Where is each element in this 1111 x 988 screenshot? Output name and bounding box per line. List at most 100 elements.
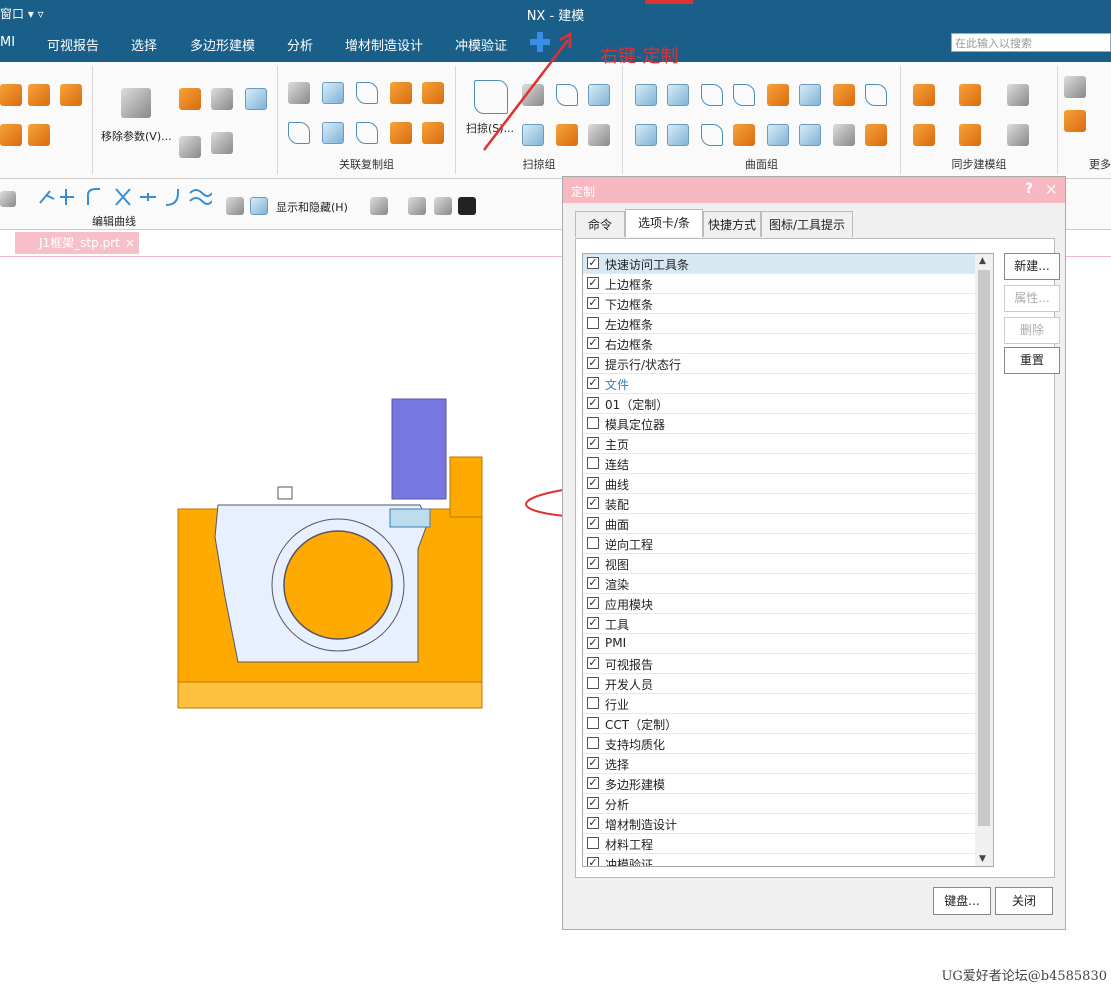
checkbox[interactable]: ✓ xyxy=(587,757,599,769)
list-item[interactable]: ✓ 装配 xyxy=(583,494,975,514)
checkbox[interactable] xyxy=(587,837,599,849)
checkbox[interactable]: ✓ xyxy=(587,397,599,409)
list-item[interactable]: 逆向工程 xyxy=(583,534,975,554)
tab-commands[interactable]: 命令 xyxy=(575,211,625,237)
list-item[interactable]: ✓ 01（定制） xyxy=(583,394,975,414)
list-item-label: 增材制造设计 xyxy=(605,818,678,832)
list-item[interactable]: ✓ 提示行/状态行 xyxy=(583,354,975,374)
list-item[interactable]: 开发人员 xyxy=(583,674,975,694)
checkbox[interactable]: ✓ xyxy=(587,817,599,829)
checkbox[interactable] xyxy=(587,317,599,329)
checkbox[interactable]: ✓ xyxy=(587,477,599,489)
list-item-label: 可视报告 xyxy=(605,658,654,672)
checkbox[interactable]: ✓ xyxy=(587,577,599,589)
checkbox[interactable]: ✓ xyxy=(587,377,599,389)
tab-shortcuts[interactable]: 快捷方式 xyxy=(703,211,761,237)
list-item-label: 工具 xyxy=(605,618,630,632)
list-item-label: 渲染 xyxy=(605,578,630,592)
watermark: UG爱好者论坛@b4585830 xyxy=(941,969,1107,984)
list-item[interactable]: ✓ 分析 xyxy=(583,794,975,814)
list-item-label: 逆向工程 xyxy=(605,538,654,552)
checkbox[interactable]: ✓ xyxy=(587,497,599,509)
list-item[interactable]: ✓ 视图 xyxy=(583,554,975,574)
list-item[interactable]: ✓ 曲面 xyxy=(583,514,975,534)
list-item[interactable]: ✓ PMI xyxy=(583,634,975,654)
list-item-label: 视图 xyxy=(605,558,630,572)
checkbox[interactable]: ✓ xyxy=(587,557,599,569)
reset-button[interactable]: 重置 xyxy=(1004,347,1060,374)
list-item-label: 开发人员 xyxy=(605,678,654,692)
checkbox[interactable] xyxy=(587,717,599,729)
close-icon[interactable]: × xyxy=(1045,180,1058,198)
list-item[interactable]: ✓ 增材制造设计 xyxy=(583,814,975,834)
list-item-label: 右边框条 xyxy=(605,338,654,352)
keyboard-button[interactable]: 键盘... xyxy=(933,887,991,915)
list-item[interactable]: ✓ 可视报告 xyxy=(583,654,975,674)
scroll-thumb[interactable] xyxy=(978,270,990,826)
checkbox[interactable] xyxy=(587,737,599,749)
list-item[interactable]: 模具定位器 xyxy=(583,414,975,434)
list-item[interactable]: ✓ 应用模块 xyxy=(583,594,975,614)
properties-button[interactable]: 属性... xyxy=(1004,285,1060,312)
list-item-label: 曲面 xyxy=(605,518,630,532)
list-item[interactable]: 材料工程 xyxy=(583,834,975,854)
delete-button[interactable]: 删除 xyxy=(1004,317,1060,344)
checkbox[interactable]: ✓ xyxy=(587,857,599,866)
list-item[interactable]: ✓ 选择 xyxy=(583,754,975,774)
checkbox[interactable]: ✓ xyxy=(587,277,599,289)
checkbox[interactable]: ✓ xyxy=(587,437,599,449)
list-item-label: 主页 xyxy=(605,438,630,452)
checkbox[interactable]: ✓ xyxy=(587,637,599,649)
checkbox[interactable] xyxy=(587,677,599,689)
checkbox[interactable]: ✓ xyxy=(587,297,599,309)
checkbox[interactable] xyxy=(587,537,599,549)
list-item-label: 多边形建模 xyxy=(605,778,666,792)
list-item-label: CCT（定制） xyxy=(605,718,678,732)
tab-icons-tooltips[interactable]: 图标/工具提示 xyxy=(761,211,853,237)
checkbox[interactable]: ✓ xyxy=(587,357,599,369)
scroll-down-icon[interactable]: ▼ xyxy=(979,854,986,864)
list-item[interactable]: ✓ 曲线 xyxy=(583,474,975,494)
toolbar-list[interactable]: ▲ ▼ ✓ 快速访问工具条 ✓ 上边框条 ✓ 下边框条 左边框条 ✓ 右边框条 ✓ 提示行/状态行 ✓… xyxy=(582,253,994,867)
list-item-label: 装配 xyxy=(605,498,630,512)
checkbox[interactable]: ✓ xyxy=(587,777,599,789)
new-button[interactable]: 新建... xyxy=(1004,253,1060,280)
tab-tabs-bars[interactable]: 选项卡/条 xyxy=(625,209,703,237)
list-item[interactable]: CCT（定制） xyxy=(583,714,975,734)
tab-panel: ▲ ▼ ✓ 快速访问工具条 ✓ 上边框条 ✓ 下边框条 左边框条 ✓ 右边框条 ✓ 提示行/状态行 ✓… xyxy=(575,238,1060,878)
list-item[interactable]: 左边框条 xyxy=(583,314,975,334)
scroll-up-icon[interactable]: ▲ xyxy=(979,256,986,266)
list-item[interactable]: ✓ 上边框条 xyxy=(583,274,975,294)
checkbox[interactable] xyxy=(587,457,599,469)
checkbox[interactable] xyxy=(587,697,599,709)
help-icon[interactable]: ? xyxy=(1025,181,1033,197)
list-item[interactable]: ✓ 渲染 xyxy=(583,574,975,594)
list-item[interactable]: ✓ 快速访问工具条 xyxy=(583,254,975,274)
list-item-label: 上边框条 xyxy=(605,278,654,292)
list-item-label: 行业 xyxy=(605,698,630,712)
list-item[interactable]: 连结 xyxy=(583,454,975,474)
list-item[interactable]: 支持均质化 xyxy=(583,734,975,754)
checkbox[interactable] xyxy=(587,417,599,429)
list-item[interactable]: ✓ 冲模验证 xyxy=(583,854,975,866)
checkbox[interactable]: ✓ xyxy=(587,797,599,809)
checkbox[interactable]: ✓ xyxy=(587,657,599,669)
scrollbar[interactable]: ▲ ▼ xyxy=(975,254,993,866)
list-item-label: 连结 xyxy=(605,458,630,472)
checkbox[interactable]: ✓ xyxy=(587,517,599,529)
checkbox[interactable]: ✓ xyxy=(587,617,599,629)
checkbox[interactable]: ✓ xyxy=(587,597,599,609)
list-item[interactable]: ✓ 下边框条 xyxy=(583,294,975,314)
list-item-label: 下边框条 xyxy=(605,298,654,312)
list-item[interactable]: 行业 xyxy=(583,694,975,714)
checkbox[interactable]: ✓ xyxy=(587,337,599,349)
annotation-text: 右键-定制 xyxy=(600,46,679,67)
list-item[interactable]: ✓ 工具 xyxy=(583,614,975,634)
list-item[interactable]: ✓ 主页 xyxy=(583,434,975,454)
close-button[interactable]: 关闭 xyxy=(995,887,1053,915)
list-item[interactable]: ✓ 多边形建模 xyxy=(583,774,975,794)
checkbox[interactable]: ✓ xyxy=(587,257,599,269)
list-item[interactable]: ✓ 右边框条 xyxy=(583,334,975,354)
list-item-label: 文件 xyxy=(605,378,630,392)
list-item[interactable]: ✓ 文件 xyxy=(583,374,975,394)
